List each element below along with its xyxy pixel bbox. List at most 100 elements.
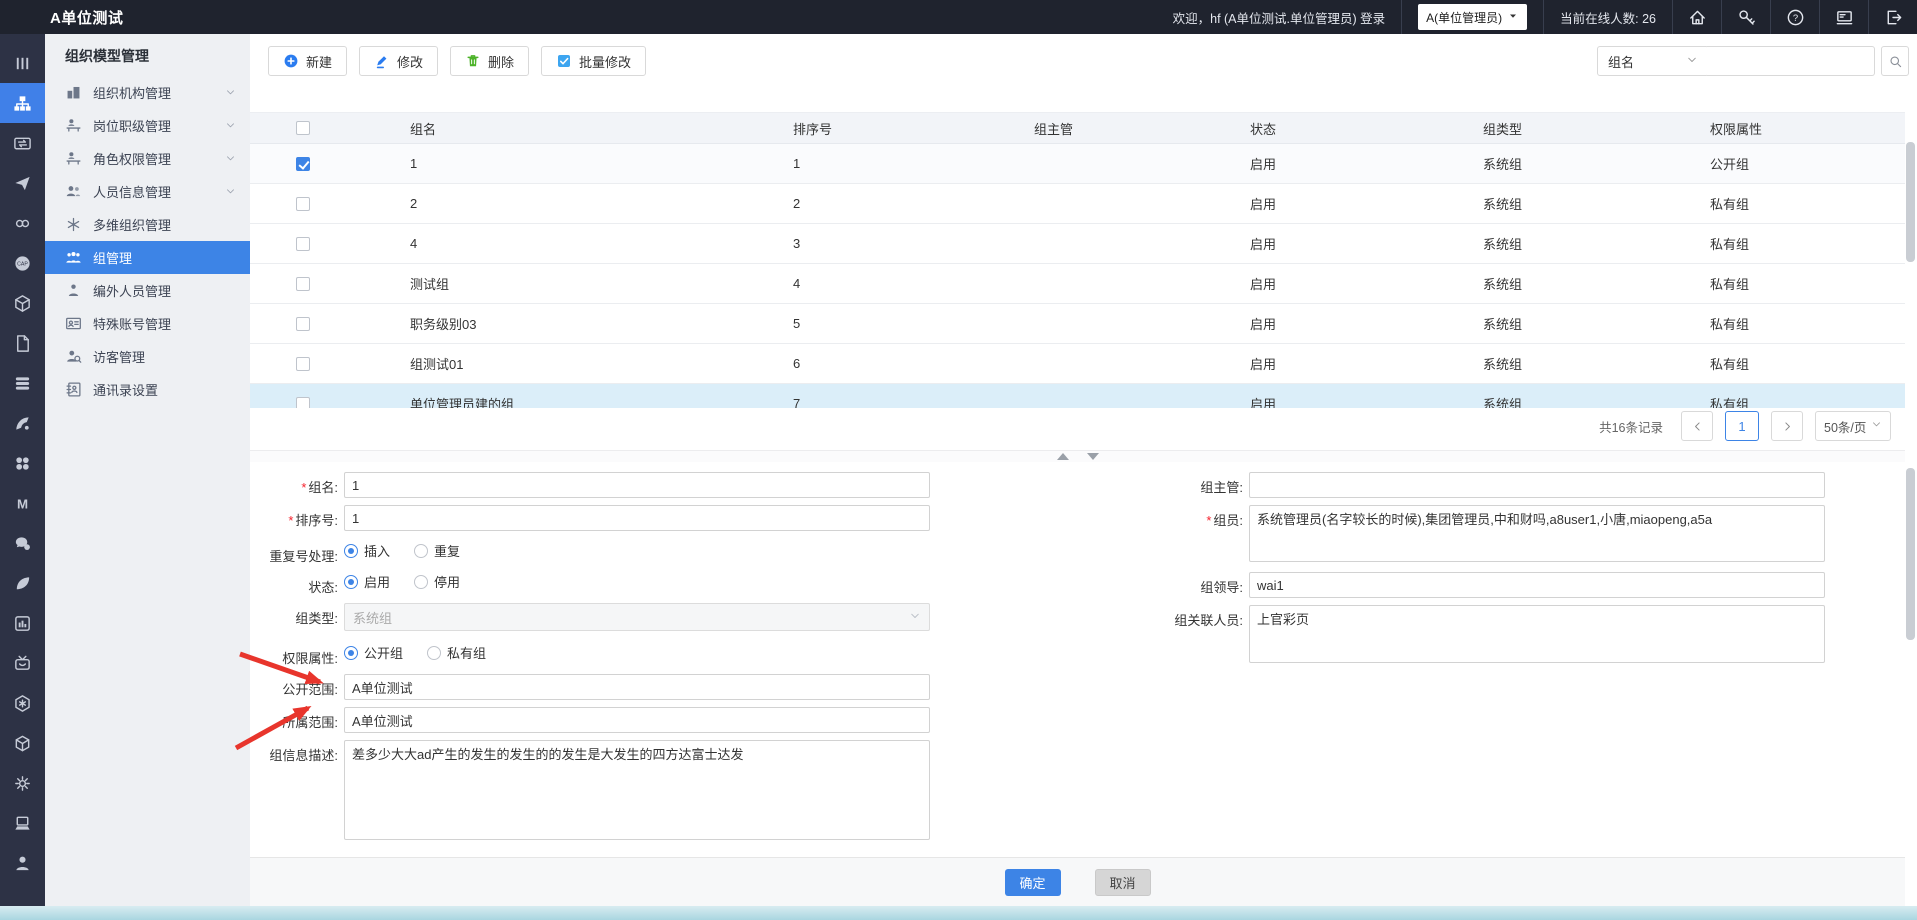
row-checkbox[interactable] bbox=[296, 157, 310, 171]
people-icon bbox=[65, 183, 82, 200]
row-checkbox[interactable] bbox=[296, 357, 310, 371]
radio-option[interactable]: 重复 bbox=[414, 541, 460, 560]
left-field-textarea-8[interactable]: 差多少大大ad产生的发生的发生的的发生是大发生的四方达富士达发 bbox=[344, 740, 930, 840]
rail-paint-fan-icon[interactable] bbox=[0, 403, 45, 443]
table-row-3[interactable]: 测试组4启用系统组私有组 bbox=[250, 264, 1905, 304]
delete-button[interactable]: 删除 bbox=[450, 46, 529, 76]
rail-paper-plane-icon[interactable] bbox=[0, 163, 45, 203]
rail-cube-outline-icon[interactable] bbox=[0, 283, 45, 323]
field-label: 组主管: bbox=[1155, 472, 1243, 498]
rail-letter-m-icon[interactable]: M bbox=[0, 483, 45, 523]
table-row-4[interactable]: 职务级别035启用系统组私有组 bbox=[250, 304, 1905, 344]
home-icon[interactable] bbox=[1672, 0, 1721, 34]
rail-tv-face-icon[interactable] bbox=[0, 643, 45, 683]
monitor-icon[interactable] bbox=[1819, 0, 1868, 34]
left-field-input-7[interactable] bbox=[344, 707, 930, 733]
batch-edit-button[interactable]: 批量修改 bbox=[541, 46, 646, 76]
table-row-0[interactable]: 11启用系统组公开组 bbox=[250, 144, 1905, 184]
radio-option[interactable]: 私有组 bbox=[427, 643, 486, 662]
rail-laptop-icon[interactable] bbox=[0, 803, 45, 843]
current-page-button[interactable]: 1 bbox=[1725, 411, 1759, 441]
page-size-select[interactable]: 50条/页 bbox=[1815, 411, 1891, 441]
rail-cap-badge-icon[interactable]: CAP bbox=[0, 243, 45, 283]
sidebar-item-7[interactable]: 特殊账号管理 bbox=[45, 307, 250, 340]
right-field-textarea-3[interactable]: 上官彩页 bbox=[1249, 605, 1825, 663]
table-row-1[interactable]: 22启用系统组私有组 bbox=[250, 184, 1905, 224]
right-field-input-0[interactable] bbox=[1249, 472, 1825, 498]
collapse-up-button[interactable] bbox=[1057, 453, 1069, 460]
rail-document-icon[interactable] bbox=[0, 323, 45, 363]
sidebar-item-2[interactable]: 角色权限管理 bbox=[45, 142, 250, 175]
table-row-5[interactable]: 组测试016启用系统组私有组 bbox=[250, 344, 1905, 384]
sidebar-item-3[interactable]: 人员信息管理 bbox=[45, 175, 250, 208]
sidebar-item-8[interactable]: 访客管理 bbox=[45, 340, 250, 373]
rail-hex-flower-icon[interactable] bbox=[0, 683, 45, 723]
rail-gear-icon[interactable] bbox=[0, 763, 45, 803]
cancel-button[interactable]: 取消 bbox=[1095, 869, 1151, 896]
row-checkbox[interactable] bbox=[296, 277, 310, 291]
cell-权限属性: 私有组 bbox=[1655, 274, 1905, 293]
radio-option[interactable]: 停用 bbox=[414, 572, 460, 591]
cell-组名: 组测试01 bbox=[355, 354, 738, 373]
search-input[interactable] bbox=[1707, 46, 1875, 76]
column-header-5: 权限属性 bbox=[1655, 119, 1905, 138]
rail-bar-chart-icon[interactable] bbox=[0, 603, 45, 643]
radio-option[interactable]: 公开组 bbox=[344, 643, 403, 662]
sidebar-item-4[interactable]: 多维组织管理 bbox=[45, 208, 250, 241]
left-field-input-1[interactable] bbox=[344, 505, 930, 531]
rail-org-chart-icon[interactable] bbox=[0, 83, 45, 123]
search-button[interactable] bbox=[1881, 46, 1909, 76]
cell-排序号: 6 bbox=[738, 356, 979, 371]
cell-组名: 单位管理员建的组 bbox=[355, 394, 738, 408]
table-row-2[interactable]: 43启用系统组私有组 bbox=[250, 224, 1905, 264]
sidebar-item-9[interactable]: 通讯录设置 bbox=[45, 373, 250, 406]
table-scrollbar-thumb[interactable] bbox=[1906, 142, 1915, 262]
row-checkbox[interactable] bbox=[296, 397, 310, 409]
person-badge-icon bbox=[65, 282, 82, 299]
create-button[interactable]: 新建 bbox=[268, 46, 347, 76]
table-row-6[interactable]: 单位管理员建的组7启用系统组私有组 bbox=[250, 384, 1905, 408]
sidebar-item-5[interactable]: 组管理 bbox=[45, 241, 250, 274]
rail-cube-icon[interactable] bbox=[0, 723, 45, 763]
confirm-button[interactable]: 确定 bbox=[1005, 869, 1061, 896]
right-field-input-2[interactable] bbox=[1249, 572, 1825, 598]
chevron-down-icon bbox=[909, 610, 921, 625]
rail-book-stack-icon[interactable] bbox=[0, 363, 45, 403]
sidebar-item-1[interactable]: 岗位职级管理 bbox=[45, 109, 250, 142]
search-field-select[interactable]: 组名 bbox=[1597, 46, 1709, 76]
radio-option[interactable]: 插入 bbox=[344, 541, 390, 560]
row-checkbox[interactable] bbox=[296, 197, 310, 211]
rail-card-arrows-icon[interactable] bbox=[0, 123, 45, 163]
row-checkbox[interactable] bbox=[296, 317, 310, 331]
rail-chain-link-icon[interactable] bbox=[0, 203, 45, 243]
question-circle-icon[interactable]: ? bbox=[1770, 0, 1819, 34]
left-field-input-0[interactable] bbox=[344, 472, 930, 498]
row-checkbox[interactable] bbox=[296, 237, 310, 251]
sidebar-item-0[interactable]: 组织机构管理 bbox=[45, 76, 250, 109]
rail-person-icon[interactable] bbox=[0, 843, 45, 883]
cell-状态: 启用 bbox=[1195, 154, 1428, 173]
radio-label: 启用 bbox=[364, 572, 390, 591]
role-select[interactable]: A(单位管理员) bbox=[1418, 4, 1527, 30]
next-page-button[interactable] bbox=[1771, 411, 1803, 441]
collapse-down-button[interactable] bbox=[1087, 453, 1099, 460]
select-all-checkbox[interactable] bbox=[296, 121, 310, 135]
left-field-input-6[interactable] bbox=[344, 674, 930, 700]
rail-leaf-icon[interactable] bbox=[0, 563, 45, 603]
visitor-icon bbox=[65, 348, 82, 365]
form-scrollbar-thumb[interactable] bbox=[1906, 468, 1915, 640]
right-field-textarea-1[interactable]: 系统管理员(名字较长的时候),集团管理员,中和财吗,a8user1,小唐,mia… bbox=[1249, 505, 1825, 562]
edit-button[interactable]: 修改 bbox=[359, 46, 438, 76]
rail-columns-icon[interactable] bbox=[0, 43, 45, 83]
sidebar-item-label: 人员信息管理 bbox=[93, 182, 171, 201]
sidebar-item-6[interactable]: 编外人员管理 bbox=[45, 274, 250, 307]
logout-icon[interactable] bbox=[1868, 0, 1917, 34]
cell-排序号: 2 bbox=[738, 196, 979, 211]
role-select-cell: A(单位管理员) bbox=[1401, 0, 1543, 34]
cell-组类型: 系统组 bbox=[1428, 194, 1655, 213]
key-icon[interactable] bbox=[1721, 0, 1770, 34]
radio-option[interactable]: 启用 bbox=[344, 572, 390, 591]
rail-chat-bubbles-icon[interactable] bbox=[0, 523, 45, 563]
rail-clover-icon[interactable] bbox=[0, 443, 45, 483]
prev-page-button[interactable] bbox=[1681, 411, 1713, 441]
